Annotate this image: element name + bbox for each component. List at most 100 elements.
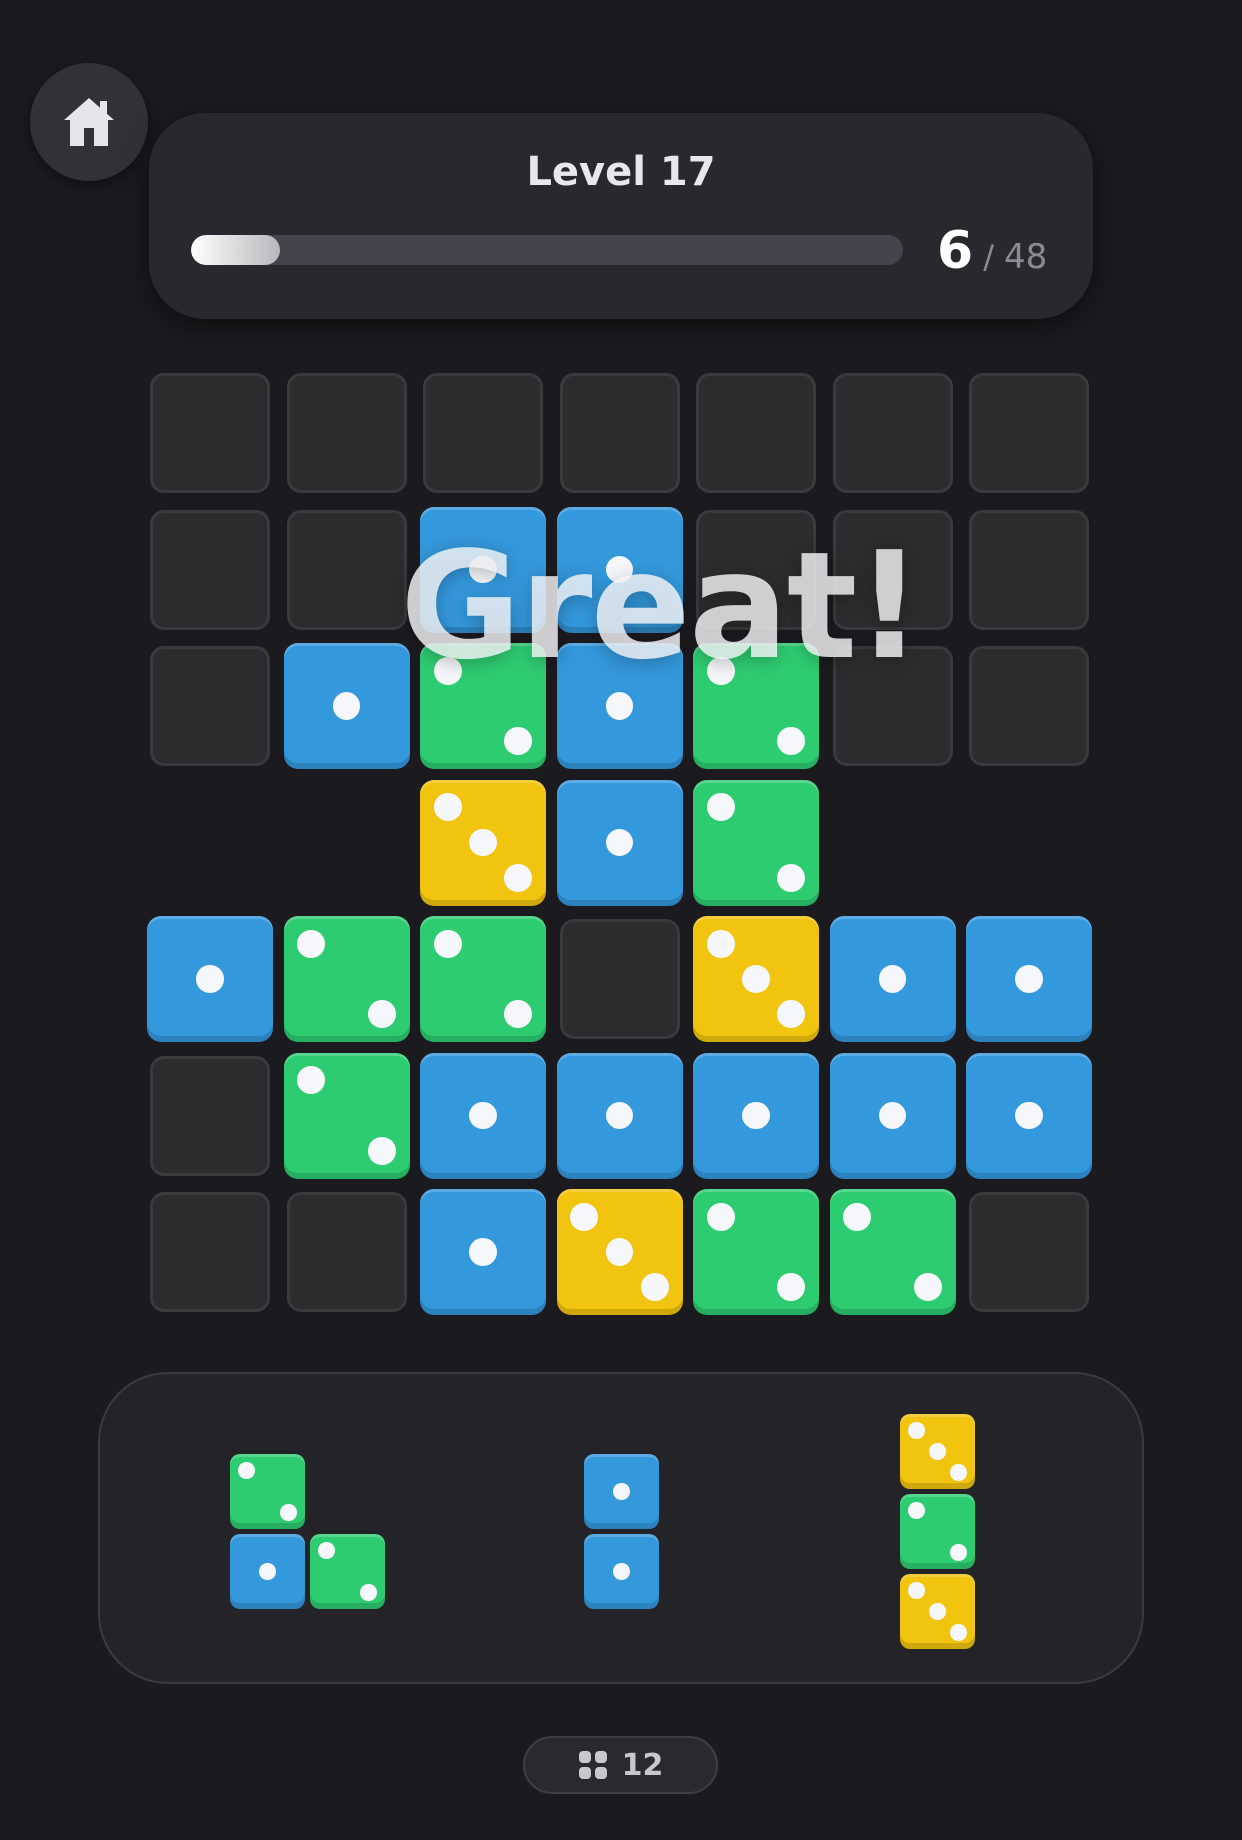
die-yellow-3 <box>420 779 546 906</box>
board-slot[interactable] <box>150 509 270 630</box>
die-pip <box>706 1202 735 1231</box>
die-blue-1 <box>584 1454 659 1529</box>
die-blue-1 <box>420 1052 546 1179</box>
die-pip <box>1015 965 1043 993</box>
moves-button[interactable]: 12 <box>523 1736 718 1794</box>
die-pip <box>433 929 462 958</box>
die-pip <box>929 1603 946 1620</box>
die-green-2 <box>900 1494 975 1569</box>
die-pip <box>504 863 533 892</box>
die-blue-1 <box>556 506 683 633</box>
board-slot[interactable] <box>832 646 953 766</box>
die-blue-1 <box>693 1052 819 1179</box>
die-green-2 <box>230 1454 305 1529</box>
die-pip <box>605 555 634 584</box>
die-pip <box>706 929 735 958</box>
die-pip <box>742 965 770 993</box>
die-pip <box>908 1582 925 1599</box>
die-blue-1 <box>556 1052 683 1179</box>
die-blue-1 <box>556 643 683 769</box>
die-blue-1 <box>556 779 683 906</box>
die-pip <box>469 1238 497 1266</box>
die-pip <box>360 1584 377 1601</box>
grid-dots-icon <box>578 1751 607 1779</box>
die-pip <box>318 1542 335 1559</box>
die-green-2 <box>693 779 819 906</box>
die-pip <box>367 1000 396 1029</box>
moves-count: 12 <box>621 1747 664 1783</box>
die-blue-1 <box>230 1534 305 1609</box>
die-blue-1 <box>966 916 1092 1042</box>
die-green-2 <box>310 1534 385 1609</box>
die-pip <box>950 1544 967 1561</box>
die-blue-1 <box>829 1052 956 1179</box>
die-pip <box>878 965 907 993</box>
die-pip <box>613 1563 630 1580</box>
die-pip <box>504 727 533 756</box>
board-slot[interactable] <box>696 509 816 630</box>
board-slot[interactable] <box>969 373 1089 493</box>
board-slot[interactable] <box>150 646 270 766</box>
die-pip <box>196 965 224 993</box>
die-pip <box>433 656 462 685</box>
die-pip <box>259 1563 276 1580</box>
die-pip <box>929 1443 946 1460</box>
die-blue-1 <box>147 916 273 1042</box>
die-pip <box>469 828 497 857</box>
board-slot[interactable] <box>150 1055 270 1176</box>
die-pip <box>913 1273 942 1302</box>
die-pip <box>433 793 462 822</box>
die-pip <box>777 863 806 892</box>
die-pip <box>908 1502 925 1519</box>
board-slot[interactable] <box>286 1192 407 1312</box>
board-slot[interactable] <box>559 373 680 493</box>
die-pip <box>605 1238 634 1266</box>
die-pip <box>297 929 326 958</box>
board-slot[interactable] <box>150 373 270 493</box>
die-pip <box>332 692 361 720</box>
board-slot[interactable] <box>286 373 407 493</box>
die-pip <box>504 1000 533 1029</box>
die-pip <box>908 1422 925 1439</box>
board-slot[interactable] <box>832 373 953 493</box>
board-slot[interactable] <box>696 373 816 493</box>
die-pip <box>950 1624 967 1641</box>
die-pip <box>742 1101 770 1130</box>
die-pip <box>843 1202 872 1231</box>
die-blue-1 <box>283 643 410 769</box>
board-slot[interactable] <box>559 919 680 1039</box>
die-pip <box>469 555 497 584</box>
die-pip <box>1015 1101 1043 1130</box>
die-blue-1 <box>584 1534 659 1609</box>
piece-tray <box>98 1372 1144 1684</box>
die-pip <box>878 1101 907 1130</box>
die-pip <box>605 828 634 857</box>
die-pip <box>706 656 735 685</box>
die-green-2 <box>283 916 410 1042</box>
board-slot[interactable] <box>969 1192 1089 1312</box>
die-yellow-3 <box>900 1414 975 1489</box>
die-yellow-3 <box>693 916 819 1042</box>
die-blue-1 <box>420 1189 546 1315</box>
die-blue-1 <box>420 506 546 633</box>
die-pip <box>367 1136 396 1165</box>
board-slot[interactable] <box>286 509 407 630</box>
die-pip <box>950 1464 967 1481</box>
die-pip <box>280 1504 297 1521</box>
die-pip <box>469 1101 497 1130</box>
die-pip <box>777 727 806 756</box>
board-slot[interactable] <box>150 1192 270 1312</box>
die-green-2 <box>283 1052 410 1179</box>
die-green-2 <box>420 916 546 1042</box>
board-slot[interactable] <box>832 509 953 630</box>
die-pip <box>297 1066 326 1095</box>
die-pip <box>777 1000 806 1029</box>
board-slot[interactable] <box>969 509 1089 630</box>
die-green-2 <box>693 1189 819 1315</box>
die-pip <box>570 1202 599 1231</box>
board-slot[interactable] <box>969 646 1089 766</box>
die-pip <box>706 793 735 822</box>
die-pip <box>605 1101 634 1130</box>
board-slot[interactable] <box>423 373 543 493</box>
die-yellow-3 <box>900 1574 975 1649</box>
